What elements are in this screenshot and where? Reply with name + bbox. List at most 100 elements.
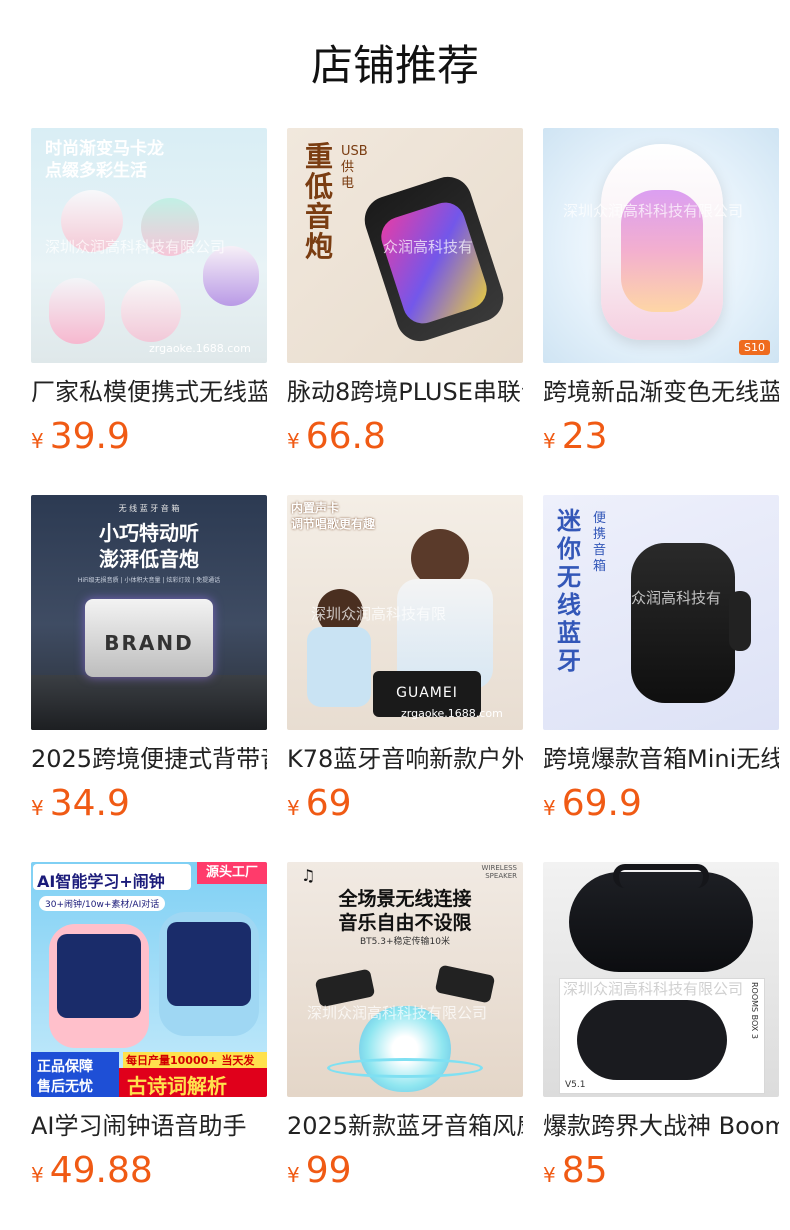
image-caption: 30+闹钟/10w+素材/AI对话: [39, 896, 166, 911]
product-price: ¥66.8: [287, 417, 523, 457]
watermark: 深圳众润高科技有限: [311, 605, 447, 623]
product-image[interactable]: ♫ WIRELESS SPEAKER 全场景无线连接 音乐自由不设限 BT5.3…: [287, 862, 523, 1097]
price-amount: 69.9: [561, 783, 642, 824]
product-card[interactable]: AI智能学习+闹钟 源头工厂 30+闹钟/10w+素材/AI对话 正品保障 售后…: [31, 862, 267, 1229]
product-name[interactable]: AI学习闹钟语音助手: [31, 1111, 267, 1141]
product-name[interactable]: 爆款跨界大战神 Boombox: [543, 1111, 779, 1141]
image-caption: 音乐自由不设限: [338, 912, 472, 934]
watermark: 众润高科技有: [631, 589, 722, 607]
product-price: ¥49.88: [31, 1151, 267, 1191]
speaker-icon: [121, 280, 181, 342]
price-amount: 49.88: [49, 1150, 153, 1191]
currency-symbol: ¥: [287, 429, 300, 453]
image-caption: HiFi级无损音质 | 小体积大音量 | 炫彩灯效 | 免提通话: [77, 577, 221, 584]
product-name[interactable]: 跨境新品渐变色无线蓝牙音箱: [543, 377, 779, 407]
version-badge: V5.1: [565, 1080, 586, 1090]
rock-base: [31, 675, 267, 730]
watermark: 深圳众润高科科技有限公司: [563, 202, 744, 220]
factory-badge: 源头工厂: [197, 862, 267, 884]
product-card[interactable]: 深圳众润高科科技有限公司 S10 跨境新品渐变色无线蓝牙音箱 ¥23: [543, 128, 779, 495]
product-card[interactable]: 内置声卡 调节唱歌更有趣 GUAMEI 深圳众润高科技有限 zrgaoke.16…: [287, 495, 523, 862]
product-image[interactable]: ROOMS BOX 3 深圳众润高科科技有限公司 V5.1: [543, 862, 779, 1097]
product-image[interactable]: AI智能学习+闹钟 源头工厂 30+闹钟/10w+素材/AI对话 正品保障 售后…: [31, 862, 267, 1097]
handle-icon: [613, 864, 709, 888]
product-price: ¥69: [287, 784, 523, 824]
watermark: 深圳众润高科科技有限公司: [307, 1004, 488, 1022]
product-card[interactable]: 迷你无线蓝牙 便携音箱 众润高科技有 跨境爆款音箱Mini无线 ¥69.9: [543, 495, 779, 862]
product-image[interactable]: 深圳众润高科科技有限公司 S10: [543, 128, 779, 363]
image-caption: 重低音炮: [305, 140, 334, 263]
image-caption: 全场景无线连接: [338, 888, 472, 910]
price-amount: 23: [561, 416, 608, 457]
image-caption: 点缀多彩生活: [45, 161, 147, 181]
brand-label: BRAND: [104, 631, 194, 655]
currency-symbol: ¥: [543, 429, 556, 453]
product-image[interactable]: 重低音炮 USB供电 众润高科技有: [287, 128, 523, 363]
price-amount: 99: [305, 1150, 352, 1191]
strap-icon: [729, 591, 751, 651]
product-price: ¥34.9: [31, 784, 267, 824]
image-caption: 澎湃低音炮: [99, 547, 199, 571]
product-card[interactable]: ♫ WIRELESS SPEAKER 全场景无线连接 音乐自由不设限 BT5.3…: [287, 862, 523, 1229]
product-image[interactable]: 内置声卡 调节唱歌更有趣 GUAMEI 深圳众润高科技有限 zrgaoke.16…: [287, 495, 523, 730]
price-amount: 34.9: [49, 783, 130, 824]
speaker-icon: [49, 278, 105, 344]
speaker-icon: [631, 543, 735, 703]
image-footer: zrgaoke.1688.com: [149, 342, 251, 355]
product-image[interactable]: 时尚渐变马卡龙 点缀多彩生活 深圳众润高科科技有限公司 zrgaoke.1688…: [31, 128, 267, 363]
currency-symbol: ¥: [543, 1163, 556, 1187]
product-price: ¥39.9: [31, 417, 267, 457]
product-price: ¥23: [543, 417, 779, 457]
image-footer: zrgaoke.1688.com: [401, 707, 503, 720]
child-body: [307, 627, 371, 707]
price-amount: 85: [561, 1150, 608, 1191]
price-amount: 69: [305, 783, 352, 824]
currency-symbol: ¥: [543, 796, 556, 820]
image-caption: 小巧特动听: [99, 521, 199, 545]
image-caption: 调节唱歌更有趣: [291, 517, 376, 531]
image-caption: USB供电: [341, 144, 368, 191]
product-grid: 时尚渐变马卡龙 点缀多彩生活 深圳众润高科科技有限公司 zrgaoke.1688…: [31, 128, 779, 1229]
speaker-icon: [577, 1000, 727, 1080]
product-name[interactable]: K78蓝牙音响新款户外: [287, 744, 523, 774]
image-caption: 迷你无线蓝牙: [557, 507, 581, 675]
screen-icon: [167, 922, 251, 1006]
watermark: 深圳众润高科科技有限公司: [45, 238, 226, 256]
product-card[interactable]: 重低音炮 USB供电 众润高科技有 脉动8跨境PLUSE串联音箱 ¥66.8: [287, 128, 523, 495]
music-note-icon: ♫: [301, 866, 316, 885]
phone-icon: [434, 964, 496, 1004]
image-caption: WIRELESS SPEAKER: [481, 864, 517, 880]
price-amount: 39.9: [49, 416, 130, 457]
page-title: 店铺推荐: [310, 41, 479, 90]
screen-icon: [57, 934, 141, 1018]
currency-symbol: ¥: [31, 796, 44, 820]
product-name[interactable]: 跨境爆款音箱Mini无线: [543, 744, 779, 774]
badge-label: 正品保障: [37, 1059, 93, 1075]
currency-symbol: ¥: [287, 1163, 300, 1187]
product-name[interactable]: 脉动8跨境PLUSE串联音箱: [287, 377, 523, 407]
product-price: ¥69.9: [543, 784, 779, 824]
product-name[interactable]: 2025跨境便捷式背带音箱: [31, 744, 267, 774]
product-card[interactable]: 时尚渐变马卡龙 点缀多彩生活 深圳众润高科科技有限公司 zrgaoke.1688…: [31, 128, 267, 495]
product-card[interactable]: ROOMS BOX 3 深圳众润高科科技有限公司 V5.1 爆款跨界大战神 Bo…: [543, 862, 779, 1229]
watermark: 深圳众润高科科技有限公司: [563, 980, 744, 998]
image-caption: 便携音箱: [593, 511, 607, 574]
watermark: 众润高科技有: [383, 238, 474, 256]
model-badge: S10: [739, 340, 770, 355]
badge-label: 售后无忧: [37, 1079, 93, 1095]
product-card[interactable]: 无 线 蓝 牙 音 箱 小巧特动听 澎湃低音炮 HiFi级无损音质 | 小体积大…: [31, 495, 267, 862]
price-amount: 66.8: [305, 416, 386, 457]
product-name[interactable]: 厂家私模便携式无线蓝牙音箱: [31, 377, 267, 407]
badge-label: 古诗词解析: [127, 1074, 227, 1097]
ring-icon: [327, 1058, 483, 1078]
currency-symbol: ¥: [31, 1163, 44, 1187]
logo-label: GUAMEI: [396, 685, 458, 701]
product-name[interactable]: 2025新款蓝牙音箱风扇: [287, 1111, 523, 1141]
product-price: ¥85: [543, 1151, 779, 1191]
image-caption: 内置声卡: [291, 501, 340, 515]
product-image[interactable]: 迷你无线蓝牙 便携音箱 众润高科技有: [543, 495, 779, 730]
image-caption: BT5.3+稳定传输10米: [360, 937, 450, 947]
product-image[interactable]: 无 线 蓝 牙 音 箱 小巧特动听 澎湃低音炮 HiFi级无损音质 | 小体积大…: [31, 495, 267, 730]
image-caption: AI智能学习+闹钟: [37, 872, 165, 891]
currency-symbol: ¥: [31, 429, 44, 453]
